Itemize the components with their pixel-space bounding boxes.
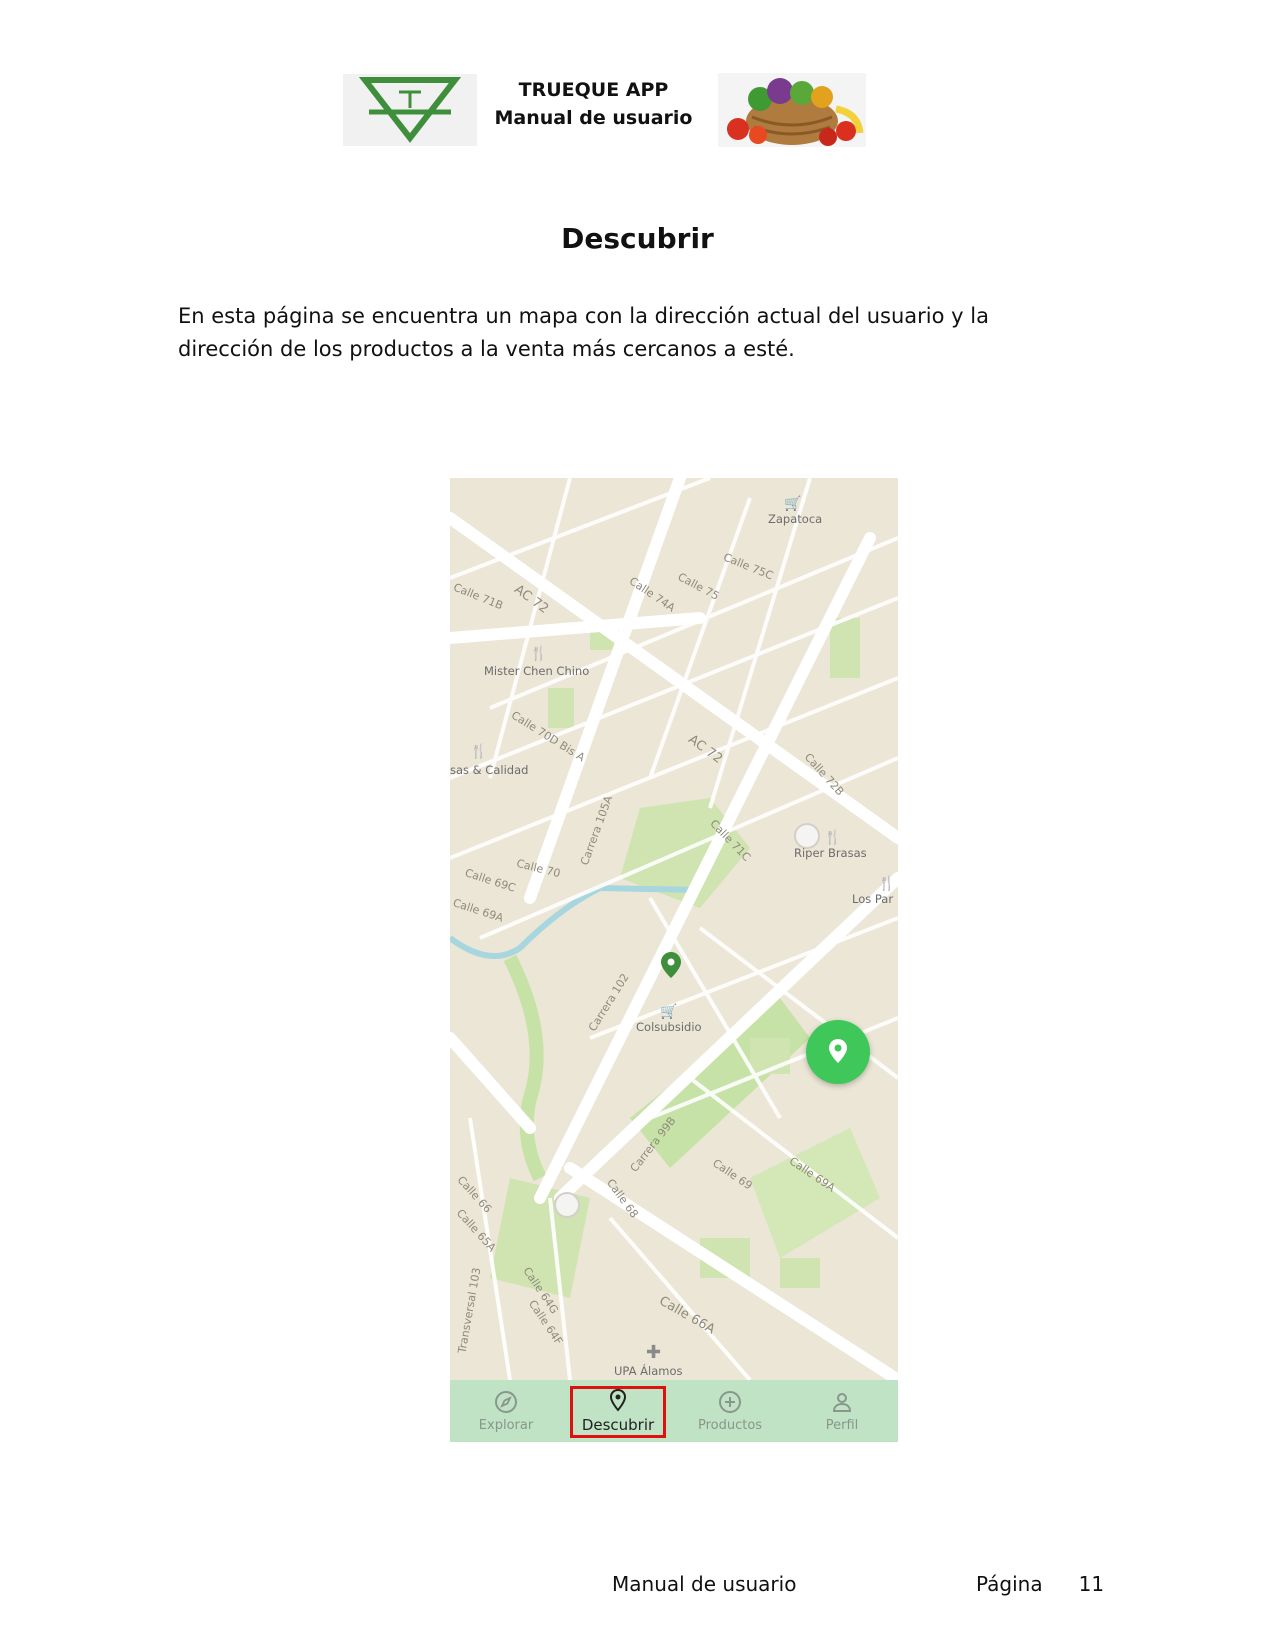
nav-productos[interactable]: Productos (674, 1380, 786, 1442)
manual-subtitle: Manual de usuario (494, 107, 693, 129)
nav-label: Productos (697, 1417, 763, 1433)
svg-text:🛒: 🛒 (660, 1003, 677, 1020)
compass-icon (495, 1390, 517, 1413)
svg-text:🍴: 🍴 (878, 875, 895, 892)
section-title: Descubrir (561, 222, 714, 255)
nav-label: Explorar (478, 1417, 534, 1433)
place-label[interactable]: Colsubsidio (636, 1020, 702, 1034)
header-title: TRUEQUE APP Manual de usuario (486, 76, 701, 132)
place-label[interactable]: sas & Calidad (450, 763, 528, 777)
nav-descubrir[interactable]: Descubrir (562, 1380, 674, 1442)
svg-text:🛒: 🛒 (784, 495, 801, 512)
nav-explorar[interactable]: Explorar (450, 1380, 562, 1442)
app-name: TRUEQUE APP (518, 79, 669, 101)
place-label[interactable]: Mister Chen Chino (484, 664, 589, 678)
user-icon (832, 1392, 852, 1412)
footer-page: Página 11 (976, 1572, 1104, 1596)
footer-page-label: Página (976, 1572, 1043, 1596)
app-screenshot: 🛒 🛒 🍴 🍴 🍴 🍴 ✚ Calle 75C Calle 74A Calle … (450, 478, 898, 1442)
svg-text:🍴: 🍴 (530, 645, 547, 662)
place-label[interactable]: Los Par (852, 892, 893, 906)
place-label[interactable]: Zapatoca (768, 512, 822, 526)
nav-perfil[interactable]: Perfil (786, 1380, 898, 1442)
section-description: En esta página se encuentra un mapa con … (178, 304, 989, 361)
page-number: 11 (1078, 1572, 1105, 1596)
vegetable-basket-image (718, 73, 866, 147)
map-view[interactable]: 🛒 🛒 🍴 🍴 🍴 🍴 ✚ (450, 478, 898, 1380)
trueque-logo-icon (343, 74, 477, 146)
svg-text:✚: ✚ (646, 1342, 661, 1363)
highlight-box (570, 1386, 666, 1438)
my-location-button[interactable] (806, 1020, 870, 1084)
add-circle-icon (719, 1390, 741, 1413)
location-pin-icon (829, 1039, 847, 1063)
svg-text:🍴: 🍴 (824, 829, 841, 846)
place-label[interactable]: Riper Brasas (794, 846, 867, 860)
bottom-navigation: Explorar Descubrir Productos Perfil (450, 1380, 898, 1442)
place-label[interactable]: UPA Álamos (614, 1364, 682, 1378)
nav-label: Perfil (825, 1417, 859, 1433)
svg-text:🍴: 🍴 (470, 743, 487, 760)
footer-manual-label: Manual de usuario (612, 1572, 797, 1596)
